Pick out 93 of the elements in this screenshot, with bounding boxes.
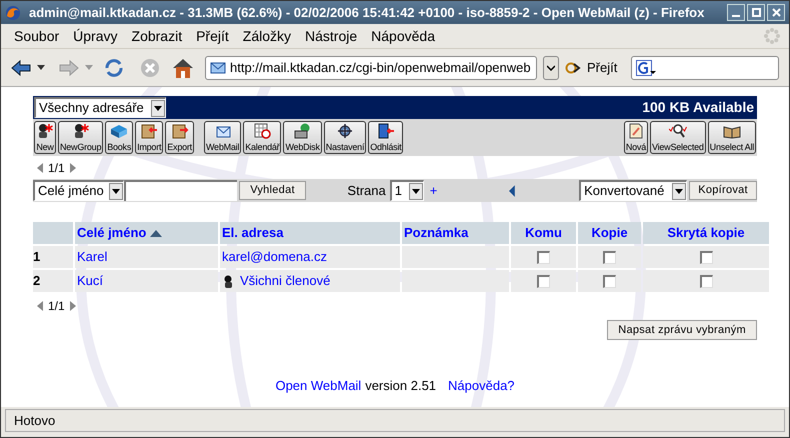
page-label: Strana bbox=[347, 182, 386, 200]
caret-icon bbox=[675, 188, 684, 194]
menu-item[interactable]: Nápověda bbox=[364, 26, 442, 46]
window-title: admin@mail.ktkadan.cz - 31.3MB (62.6%) - 02/02/2006 15:41:42 +0100 - iso-8859-2 - Open WebMail (z) - Firefox bbox=[29, 4, 706, 22]
copy-button[interactable]: Kopírovat bbox=[689, 181, 757, 200]
go-button[interactable]: Přejít bbox=[565, 58, 618, 78]
previous-arrow-icon[interactable] bbox=[509, 184, 516, 196]
product-link[interactable]: Open WebMail bbox=[275, 376, 362, 396]
door-arrow-icon bbox=[376, 123, 395, 139]
previous-arrow-icon[interactable] bbox=[37, 163, 44, 173]
search-input[interactable] bbox=[124, 180, 237, 201]
search-button[interactable]: Vyhledat bbox=[238, 181, 306, 200]
books-icon bbox=[110, 123, 128, 139]
envelope-icon bbox=[210, 60, 226, 74]
toolbar-button[interactable]: Odhlásit bbox=[368, 121, 404, 154]
close-button[interactable] bbox=[767, 4, 785, 21]
checkbox[interactable] bbox=[603, 274, 616, 288]
previous-arrow-icon[interactable] bbox=[37, 301, 44, 311]
next-arrow-icon[interactable] bbox=[68, 301, 76, 311]
checkbox[interactable] bbox=[700, 274, 712, 288]
reload-icon[interactable] bbox=[103, 56, 125, 78]
toolbar-button[interactable]: New bbox=[34, 121, 56, 154]
toolbar-button[interactable]: ViewSelected bbox=[650, 121, 706, 154]
menu-item[interactable]: Úpravy bbox=[66, 26, 125, 46]
row-number: 2 bbox=[33, 270, 73, 292]
person-icon bbox=[36, 123, 54, 139]
menu-item[interactable]: Přejít bbox=[189, 26, 236, 46]
quota-text: 100 KB Available bbox=[642, 98, 754, 117]
status-bar: Hotovo bbox=[5, 409, 785, 432]
throbber-icon bbox=[763, 27, 781, 45]
toolbar-button[interactable]: Unselect All bbox=[708, 121, 756, 154]
caret-icon bbox=[112, 188, 120, 194]
home-icon[interactable] bbox=[171, 56, 195, 78]
back-arrow-icon[interactable] bbox=[11, 58, 31, 76]
dropdown-button[interactable] bbox=[543, 56, 559, 80]
folder-select[interactable]: Konvertované bbox=[579, 180, 688, 201]
add-link[interactable]: + bbox=[430, 180, 438, 200]
computer-globe-icon bbox=[294, 123, 312, 139]
toolbar-button[interactable]: Books bbox=[105, 121, 134, 154]
address-field[interactable]: http://mail.ktkadan.cz/cgi-bin/openwebmail/openweb bbox=[205, 56, 537, 80]
caret-icon bbox=[547, 64, 555, 70]
contact-name-link[interactable]: Kucí bbox=[77, 271, 104, 291]
row-number: 1 bbox=[33, 246, 73, 268]
column-header[interactable]: Celé jméno bbox=[75, 222, 218, 244]
maximize-button[interactable] bbox=[747, 4, 765, 21]
document-pencil-icon bbox=[626, 123, 645, 139]
column-header[interactable]: Poznámka bbox=[402, 222, 509, 244]
menu-item[interactable]: Soubor bbox=[7, 26, 66, 46]
field-select[interactable]: Celé jméno bbox=[33, 180, 124, 201]
compose-button[interactable]: Napsat zprávu vybraným bbox=[607, 320, 757, 340]
page-select[interactable]: 1 bbox=[390, 180, 424, 201]
caret-icon bbox=[154, 106, 162, 110]
settings-icon bbox=[336, 123, 354, 139]
checkbox[interactable] bbox=[700, 250, 712, 264]
toolbar-button[interactable]: Nová bbox=[624, 121, 648, 154]
minimize-button[interactable] bbox=[727, 4, 745, 21]
checkbox[interactable] bbox=[537, 250, 550, 264]
search-engine-icon bbox=[636, 60, 656, 76]
addressbook-select[interactable]: Všechny adresáře bbox=[34, 97, 166, 118]
column-header[interactable]: Komu bbox=[511, 222, 576, 244]
help-link[interactable]: Nápověda? bbox=[448, 376, 515, 396]
header-cell bbox=[33, 222, 73, 244]
column-header[interactable]: El. adresa bbox=[220, 222, 400, 244]
next-arrow-icon[interactable] bbox=[68, 163, 76, 173]
toolbar-button[interactable]: Kalendář bbox=[243, 121, 282, 154]
toolbar-button[interactable]: Nastavení bbox=[324, 121, 366, 154]
book-arrow-icon bbox=[170, 123, 189, 139]
contact-name-link[interactable]: Karel bbox=[77, 247, 108, 267]
menu-item[interactable]: Nástroje bbox=[298, 26, 364, 46]
toolbar-button[interactable]: WebMail bbox=[204, 121, 242, 154]
checkbox[interactable] bbox=[603, 250, 616, 264]
toolbar-button[interactable]: NewGroup bbox=[58, 121, 104, 154]
menu-item[interactable]: Zobrazit bbox=[124, 26, 190, 46]
column-header[interactable]: Skrytá kopie bbox=[643, 222, 769, 244]
caret-icon[interactable] bbox=[37, 65, 45, 70]
menu-item[interactable]: Záložky bbox=[236, 26, 298, 46]
magnifier-checks-icon bbox=[668, 123, 687, 139]
book-arrow-icon bbox=[140, 123, 158, 139]
browser-logo-icon bbox=[5, 4, 21, 20]
checkbox[interactable] bbox=[537, 274, 550, 288]
toolbar-button[interactable]: Import bbox=[135, 121, 164, 154]
caret-icon bbox=[412, 188, 420, 194]
toolbar-button[interactable]: WebDisk bbox=[283, 121, 322, 154]
column-header[interactable]: Kopie bbox=[578, 222, 641, 244]
search-field[interactable] bbox=[631, 56, 779, 80]
calendar-icon bbox=[253, 123, 272, 139]
toolbar-button[interactable]: Export bbox=[165, 121, 194, 154]
go-arrow-icon bbox=[565, 62, 583, 74]
page-count: 1/1 bbox=[48, 160, 65, 177]
page-count: 1/1 bbox=[48, 298, 65, 315]
forward-arrow-icon[interactable] bbox=[59, 58, 79, 76]
close-icon bbox=[772, 8, 780, 17]
version-text: version 2.51 bbox=[365, 377, 436, 395]
